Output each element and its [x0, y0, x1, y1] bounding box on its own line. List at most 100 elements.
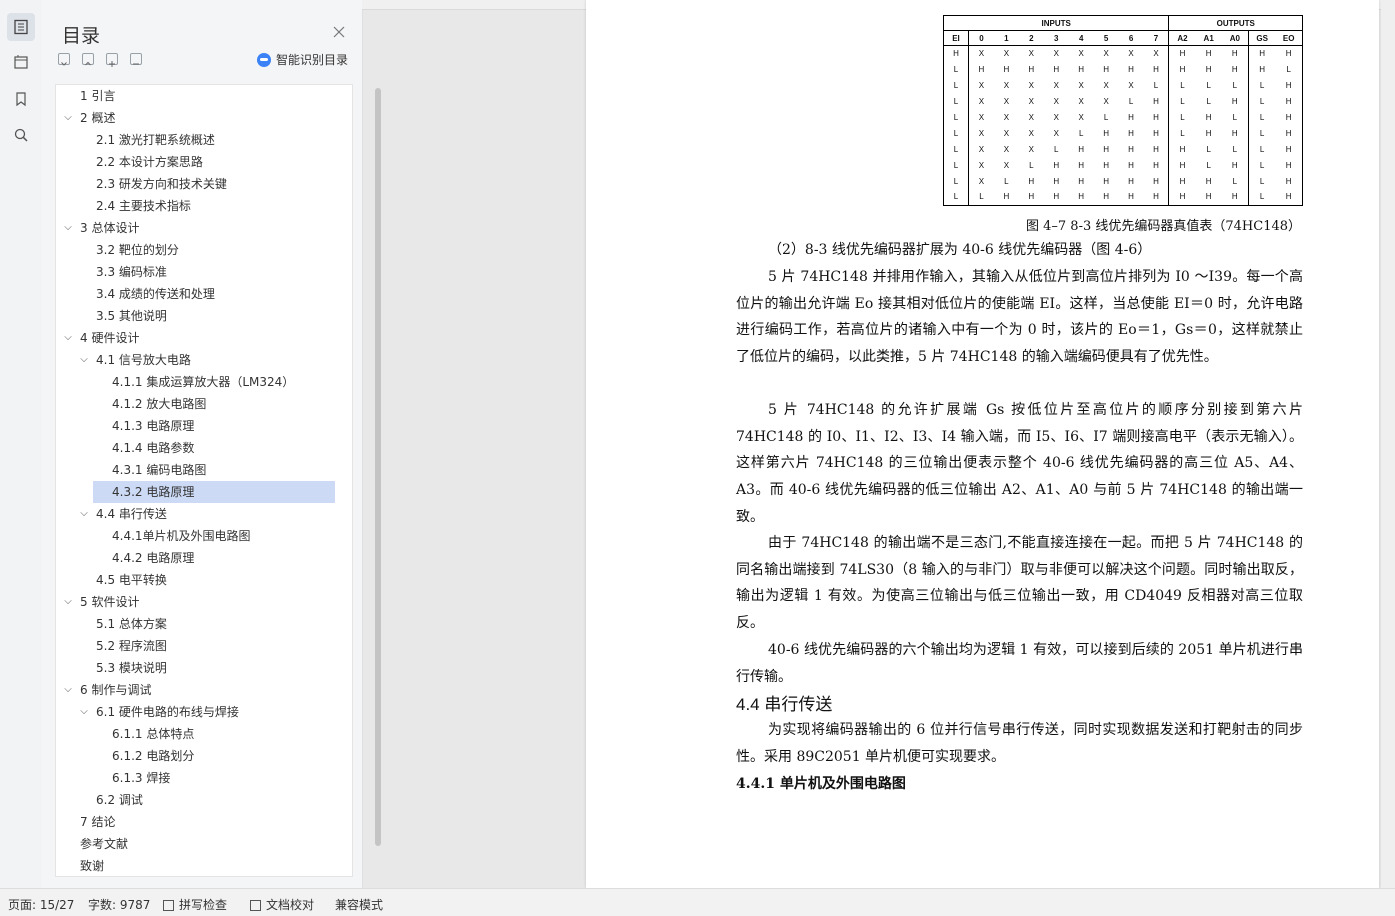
toc-item[interactable]: 2.3 研发方向和技术关键: [56, 173, 335, 195]
toc-item[interactable]: 4.1.1 集成运算放大器（LM324）: [56, 371, 335, 393]
toc-item[interactable]: ⌵ 5 软件设计: [56, 591, 335, 613]
toc-item[interactable]: 1 引言: [56, 85, 335, 107]
table-cell: H: [1153, 160, 1159, 170]
table-cell: H: [1103, 176, 1109, 186]
table-cell: L: [943, 125, 969, 142]
close-icon[interactable]: [332, 24, 346, 38]
toc-title: 目录: [62, 25, 101, 47]
toc-item[interactable]: 4.3.2 电路原理: [93, 481, 335, 503]
toc-item[interactable]: 2.1 激光打靶系统概述: [56, 129, 335, 151]
chevron-down-icon[interactable]: ⌵: [78, 701, 90, 723]
document-scrollbar[interactable]: [1381, 0, 1395, 888]
table-cell: H: [1153, 65, 1159, 75]
toc-item[interactable]: 6.1.2 电路划分: [56, 745, 335, 767]
spell-check-toggle[interactable]: 拼写检查: [163, 896, 227, 913]
table-cell: H: [1043, 189, 1069, 206]
chevron-down-icon[interactable]: ⌵: [62, 217, 74, 239]
table-cell: X: [1003, 97, 1010, 107]
toc-item[interactable]: 6.1.1 总体特点: [56, 723, 335, 745]
toc-item[interactable]: ⌵ 2 概述: [56, 107, 335, 129]
table-cell: L: [1248, 189, 1276, 206]
bookmark-icon[interactable]: [7, 85, 35, 113]
toc-item[interactable]: 2.2 本设计方案思路: [56, 151, 335, 173]
toc-item[interactable]: 参考文献: [56, 833, 335, 855]
chevron-down-icon[interactable]: ⌵: [62, 327, 74, 349]
table-cell: H: [1168, 45, 1196, 62]
toc-item[interactable]: 2.4 主要技术指标: [56, 195, 335, 217]
ai-toc-button[interactable]: 智能识别目录: [257, 51, 348, 68]
toc-item[interactable]: 4.3.1 编码电路图: [56, 459, 335, 481]
toc-item[interactable]: 6.1.3 焊接: [56, 767, 335, 789]
toc-item[interactable]: 4.1.2 放大电路图: [56, 393, 335, 415]
toc-panel-icon[interactable]: [7, 13, 35, 41]
table-cell: H: [1128, 176, 1134, 186]
chevron-down-icon[interactable]: ⌵: [62, 679, 74, 701]
chevron-down-icon[interactable]: ⌵: [62, 591, 74, 613]
table-cell: L: [968, 189, 994, 206]
toc-item[interactable]: ⌵ 4.4 串行传送: [56, 503, 335, 525]
toc-item[interactable]: 4.4.1单片机及外围电路图: [56, 525, 335, 547]
toc-item[interactable]: 3.2 靶位的划分: [56, 239, 335, 261]
doc-proof-toggle[interactable]: 文档校对: [250, 896, 314, 913]
compat-mode[interactable]: 兼容模式: [335, 896, 383, 913]
toc-item[interactable]: 3.5 其他说明: [56, 305, 335, 327]
table-cell: H: [1221, 125, 1249, 142]
remove-heading-icon[interactable]: [130, 53, 142, 65]
document-page: INPUTS OUTPUTS EI 0 1 2 3 4 5 6 7 A2 A1 A0 GS EO H X X X X X X…: [586, 0, 1379, 888]
toc-item-label: 3 总体设计: [80, 221, 140, 235]
toc-item[interactable]: ⌵ 3 总体设计: [56, 217, 335, 239]
table-cell: H: [1128, 65, 1134, 75]
table-cell: L: [943, 77, 969, 94]
page-indicator[interactable]: 页面: 15/27: [8, 896, 74, 913]
toc-item[interactable]: 5.2 程序流图: [56, 635, 335, 657]
table-cell: H: [1275, 125, 1304, 142]
table-cell: L: [1259, 128, 1265, 138]
toc-item[interactable]: 4.4.2 电路原理: [56, 547, 335, 569]
toc-item[interactable]: 6.2 调试: [56, 789, 335, 811]
table-cell: H: [1028, 176, 1035, 186]
chevron-down-icon[interactable]: ⌵: [78, 503, 90, 525]
search-icon[interactable]: [7, 121, 35, 149]
table-cell: H: [1275, 157, 1304, 174]
chevron-down-icon[interactable]: ⌵: [62, 107, 74, 129]
toc-item[interactable]: 4.5 电平转换: [56, 569, 335, 591]
toc-item[interactable]: ⌵ 4 硬件设计: [56, 327, 335, 349]
section-heading: 4.4 串行传送: [736, 695, 833, 714]
expand-up-icon[interactable]: [82, 53, 94, 66]
toc-item[interactable]: 5.3 模块说明: [56, 657, 335, 679]
paragraph: 5 片 74HC148 并排用作输入，其输入从低位片到高位片排列为 I0 ～I3…: [736, 269, 1303, 366]
table-cell: H: [1153, 113, 1159, 122]
toc-item[interactable]: 4.1.3 电路原理: [56, 415, 335, 437]
toc-item[interactable]: 5.1 总体方案: [56, 613, 335, 635]
table-cell: X: [1028, 144, 1034, 154]
table-cell: X: [1053, 113, 1059, 122]
navigation-icon[interactable]: [7, 48, 35, 76]
toc-item[interactable]: ⌵ 4.1 信号放大电路: [56, 349, 335, 371]
toc-item[interactable]: ⌵ 6.1 硬件电路的布线与焊接: [56, 701, 335, 723]
table-cell: L: [1259, 81, 1265, 91]
table-cell: H: [1093, 189, 1119, 206]
table-cell: H: [1053, 65, 1060, 75]
table-col-header: 6: [1118, 30, 1144, 46]
table-cell: H: [943, 45, 969, 62]
table-cell: H: [1153, 144, 1159, 154]
word-count[interactable]: 字数: 9787: [88, 896, 150, 913]
proof-icon: [250, 900, 261, 911]
table-cell: H: [1028, 65, 1035, 75]
chevron-down-icon[interactable]: ⌵: [78, 349, 90, 371]
toc-item[interactable]: 3.4 成绩的传送和处理: [56, 283, 335, 305]
table-col-header: A2: [1168, 30, 1196, 46]
toc-item[interactable]: ⌵ 6 制作与调试: [56, 679, 335, 701]
table-cell: X: [978, 81, 985, 91]
table-cell: L: [1103, 113, 1109, 122]
toc-item[interactable]: 致谢: [56, 855, 335, 877]
toc-scrollbar[interactable]: [375, 88, 381, 846]
toc-item[interactable]: 4.1.4 电路参数: [56, 437, 335, 459]
table-cell: X: [1153, 49, 1159, 59]
collapse-all-icon[interactable]: [58, 53, 70, 66]
toc-item[interactable]: 3.3 编码标准: [56, 261, 335, 283]
table-row: LXXXXXXLHLLHLH: [943, 93, 1304, 110]
toc-item[interactable]: 7 结论: [56, 811, 335, 833]
table-cell: L: [1221, 77, 1249, 94]
add-heading-icon[interactable]: [106, 53, 118, 67]
